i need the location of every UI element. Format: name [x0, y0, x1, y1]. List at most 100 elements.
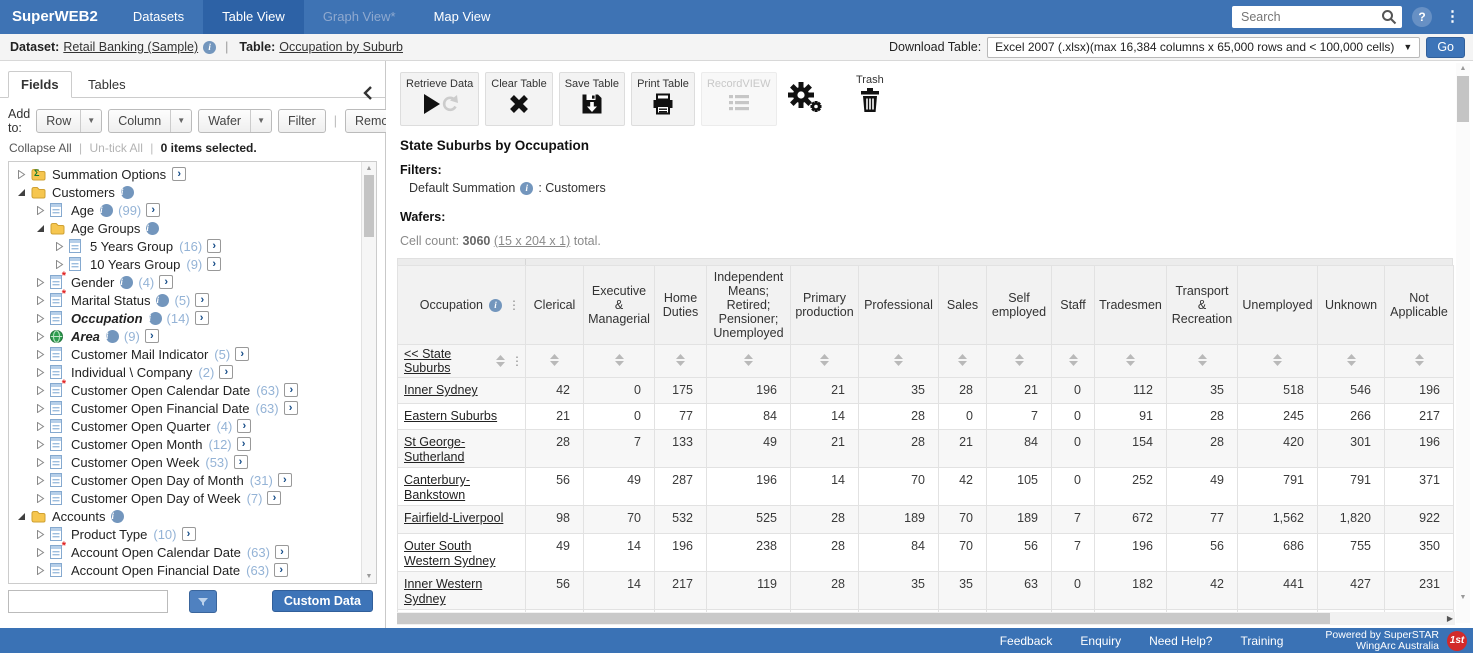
open-field-arrow-icon[interactable]: ›	[274, 563, 288, 577]
tree-item-label[interactable]: Customer Open Month	[71, 437, 203, 452]
clear-table-button[interactable]: Clear Table	[485, 72, 552, 126]
tree-item-customer-open-financial-date[interactable]: Customer Open Financial Date(63)›	[9, 399, 360, 417]
expand-toggle-icon[interactable]	[34, 404, 46, 413]
tree-item-customer-mail-indicator[interactable]: Customer Mail Indicator(5)›	[9, 345, 360, 363]
tree-item-label[interactable]: Accounts	[52, 509, 105, 524]
sort-cell-executive-managerial[interactable]	[584, 345, 655, 378]
info-icon[interactable]: i	[111, 510, 124, 523]
filter-button[interactable]: Filter	[278, 109, 326, 133]
expand-toggle-icon[interactable]	[34, 314, 46, 323]
expand-toggle-icon[interactable]	[53, 260, 65, 269]
tree-item-label[interactable]: Customer Open Week	[71, 455, 199, 470]
tree-item-label[interactable]: Customer Open Financial Date	[71, 401, 249, 416]
column-menu-icon[interactable]: ⋮	[508, 298, 520, 312]
occupation-info-icon[interactable]: i	[489, 299, 502, 312]
open-field-arrow-icon[interactable]: ›	[207, 239, 221, 253]
row-label-link[interactable]: St George-Sutherland	[404, 435, 465, 464]
sort-cell-tradesmen[interactable]	[1095, 345, 1167, 378]
row-label-link[interactable]: Canterbury-Bankstown	[404, 473, 470, 502]
trash-dropzone[interactable]: Trash	[856, 74, 884, 118]
expand-toggle-icon[interactable]	[34, 296, 46, 305]
menu-dots-icon[interactable]: ⋮	[1442, 7, 1463, 27]
tree-item-label[interactable]: Customer Open Calendar Date	[71, 383, 250, 398]
row-label-link[interactable]: Fairfield-Liverpool	[404, 511, 503, 525]
expand-toggle-icon[interactable]	[34, 548, 46, 557]
tree-item-customers[interactable]: Customersi	[9, 183, 360, 201]
chevron-down-icon[interactable]: ▼	[250, 110, 271, 132]
nav-item-table-view[interactable]: Table View	[203, 0, 304, 34]
tree-item-age-groups[interactable]: Age Groupsi	[9, 219, 360, 237]
open-field-arrow-icon[interactable]: ›	[145, 329, 159, 343]
open-field-arrow-icon[interactable]: ›	[267, 491, 281, 505]
sort-cell-unemployed[interactable]	[1238, 345, 1318, 378]
scroll-down-icon[interactable]: ▼	[362, 573, 376, 580]
expand-toggle-icon[interactable]	[34, 206, 46, 215]
custom-data-button[interactable]: Custom Data	[272, 590, 373, 612]
sort-cell-clerical[interactable]	[526, 345, 584, 378]
open-field-arrow-icon[interactable]: ›	[195, 311, 209, 325]
tree-item-label[interactable]: Customer Open Quarter	[71, 419, 210, 434]
footer-link-feedback[interactable]: Feedback	[1000, 634, 1053, 648]
tree-item-summation-options[interactable]: ΣSummation Options›	[9, 165, 360, 183]
retrieve-data-button[interactable]: Retrieve Data	[400, 72, 479, 126]
collapse-toggle-icon[interactable]	[15, 188, 27, 197]
footer-link-training[interactable]: Training	[1240, 634, 1283, 648]
open-field-arrow-icon[interactable]: ›	[237, 419, 251, 433]
print-table-button[interactable]: Print Table	[631, 72, 695, 126]
tree-item-area[interactable]: Areai(9)›	[9, 327, 360, 345]
tree-item-accounts[interactable]: Accounts i	[9, 507, 360, 525]
row-label-link[interactable]: Inner Western Sydney	[404, 577, 482, 606]
row-menu-icon[interactable]: ⋮	[511, 354, 523, 368]
open-field-arrow-icon[interactable]: ›	[146, 203, 160, 217]
save-table-button[interactable]: Save Table	[559, 72, 625, 126]
tree-item-account-open-financial-date[interactable]: Account Open Financial Date(63)›	[9, 561, 360, 579]
sort-cell-transport-recreation[interactable]	[1167, 345, 1238, 378]
row-label-link[interactable]: Eastern Suburbs	[404, 409, 497, 423]
info-icon[interactable]: i	[149, 312, 162, 325]
tab-tables[interactable]: Tables	[76, 72, 138, 97]
tree-item-customer-open-month[interactable]: Customer Open Month(12)›	[9, 435, 360, 453]
tree-item-customer-open-week[interactable]: Customer Open Week(53)›	[9, 453, 360, 471]
column-button[interactable]: Column▼	[108, 109, 192, 133]
expand-toggle-icon[interactable]	[34, 566, 46, 575]
tree-item-label[interactable]: Customer Mail Indicator	[71, 347, 208, 362]
tree-item-customer-open-day-of-month[interactable]: Customer Open Day of Month(31)›	[9, 471, 360, 489]
tree-item-customer-open-calendar-date[interactable]: *Customer Open Calendar Date(63)›	[9, 381, 360, 399]
open-field-arrow-icon[interactable]: ›	[237, 437, 251, 451]
footer-link-need-help[interactable]: Need Help?	[1149, 634, 1212, 648]
dataset-info-icon[interactable]: i	[203, 41, 216, 54]
tree-item-customer-open-quarter[interactable]: Customer Open Quarter(4)›	[9, 417, 360, 435]
tree-item-occupation[interactable]: Occupationi(14)›	[9, 309, 360, 327]
chevron-down-icon[interactable]: ▼	[80, 110, 101, 132]
scroll-down-icon[interactable]: ▼	[1456, 594, 1470, 601]
v-scroll-thumb[interactable]	[1457, 76, 1469, 122]
sort-cell-home-duties[interactable]	[655, 345, 707, 378]
open-field-arrow-icon[interactable]: ›	[234, 455, 248, 469]
tree-item-customer-open-day-of-week[interactable]: Customer Open Day of Week(7)›	[9, 489, 360, 507]
scroll-right-icon[interactable]: ▶	[1447, 614, 1453, 623]
expand-toggle-icon[interactable]	[34, 458, 46, 467]
info-icon[interactable]: i	[106, 330, 119, 343]
row-button[interactable]: Row▼	[36, 109, 102, 133]
sort-cell-independent-means-retired-pensioner-unemployed[interactable]	[707, 345, 791, 378]
sort-cell-staff[interactable]	[1052, 345, 1095, 378]
tree-item-label[interactable]: Account Open Calendar Date	[71, 545, 241, 560]
info-icon[interactable]: i	[156, 294, 169, 307]
nav-item-map-view[interactable]: Map View	[415, 0, 510, 34]
sort-cell-self-employed[interactable]	[987, 345, 1052, 378]
expand-toggle-icon[interactable]	[34, 332, 46, 341]
scroll-up-icon[interactable]: ▲	[362, 165, 376, 172]
open-field-arrow-icon[interactable]: ›	[284, 383, 298, 397]
tree-item-label[interactable]: Gender	[71, 275, 114, 290]
filter-info-icon[interactable]: i	[520, 182, 533, 195]
expand-toggle-icon[interactable]	[34, 350, 46, 359]
column-dimension-label[interactable]: Occupation	[420, 298, 483, 312]
tree-item-label[interactable]: Occupation	[71, 311, 143, 326]
tree-item-marital-status[interactable]: *Marital Statusi(5)›	[9, 291, 360, 309]
collapse-all-link[interactable]: Collapse All	[9, 141, 72, 155]
open-field-arrow-icon[interactable]: ›	[159, 275, 173, 289]
open-field-arrow-icon[interactable]: ›	[172, 167, 186, 181]
expand-toggle-icon[interactable]	[34, 278, 46, 287]
footer-link-enquiry[interactable]: Enquiry	[1080, 634, 1121, 648]
scroll-up-icon[interactable]: ▲	[1456, 65, 1470, 72]
